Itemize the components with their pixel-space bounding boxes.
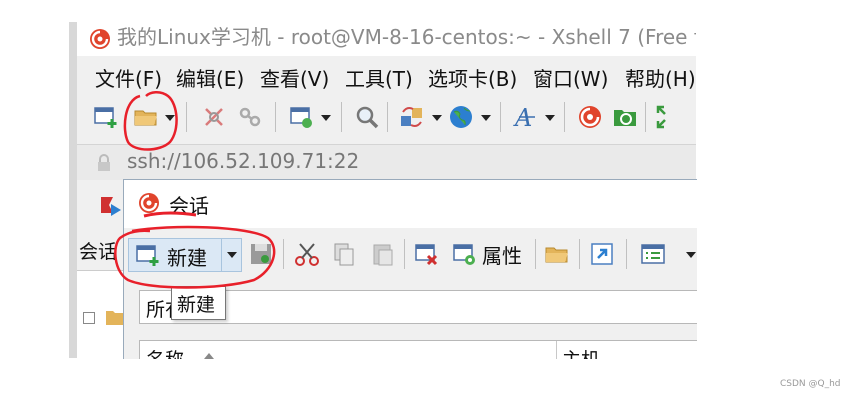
properties-icon[interactable] <box>452 241 478 267</box>
transfer-icon[interactable] <box>399 104 425 130</box>
column-name[interactable]: 名称 <box>146 345 184 359</box>
toolbar-separator <box>387 102 388 132</box>
session-manager-label[interactable]: 会话 <box>79 237 117 264</box>
toolbar-separator <box>645 102 646 132</box>
sort-arrow-icon <box>204 353 214 359</box>
column-host[interactable]: 主机 <box>562 345 600 359</box>
window-dropdown-arrow[interactable] <box>321 115 331 121</box>
split-divider <box>221 239 222 271</box>
toolbar-separator <box>500 102 501 132</box>
watermark: CSDN @Q_hd <box>780 379 841 389</box>
new-session-label: 新建 <box>167 246 207 270</box>
toolbar-separator <box>283 239 284 269</box>
address-text: ssh://106.52.109.71:22 <box>127 149 360 173</box>
new-session-icon <box>136 245 159 266</box>
toolbar-separator <box>186 102 187 132</box>
menu-help[interactable]: 帮助(H) <box>625 63 696 92</box>
font-dropdown-arrow[interactable] <box>545 115 555 121</box>
menu-view[interactable]: 查看(V) <box>260 63 329 92</box>
open-folder-icon[interactable] <box>133 104 159 130</box>
globe-icon[interactable] <box>448 104 474 130</box>
cut-icon[interactable] <box>294 241 320 267</box>
xshell-logo-icon <box>90 29 110 49</box>
bookmark-icon[interactable] <box>97 194 123 220</box>
toolbar-separator <box>341 102 342 132</box>
shortcut-icon[interactable] <box>589 241 615 267</box>
main-toolbar: A <box>77 96 696 142</box>
menu-tabs[interactable]: 选项卡(B) <box>428 63 517 92</box>
dialog-toolbar: 新建 <box>124 230 697 280</box>
menu-edit[interactable]: 编辑(E) <box>176 63 244 92</box>
save-icon[interactable] <box>248 241 274 267</box>
window-title: 我的Linux学习机 - root@VM-8-16-centos:~ - Xsh… <box>117 25 696 49</box>
view-dropdown-arrow[interactable] <box>686 252 696 258</box>
transfer-dropdown-arrow[interactable] <box>432 115 442 121</box>
lock-icon <box>98 154 110 171</box>
toolbar-separator <box>275 102 276 132</box>
menu-window[interactable]: 窗口(W) <box>533 63 608 92</box>
disconnect-icon[interactable] <box>237 104 263 130</box>
dialog-title-bar: 会话 <box>124 180 697 228</box>
session-list-header: 名称 主机 <box>139 340 697 359</box>
toolbar-separator <box>626 239 627 269</box>
session-dialog: 会话 新建 属性 <box>123 179 697 359</box>
delete-icon[interactable] <box>414 241 440 267</box>
new-session-icon[interactable] <box>93 104 119 130</box>
tooltip-text: 新建 <box>177 294 216 316</box>
toolbar-separator <box>404 239 405 269</box>
copy-icon[interactable] <box>331 241 357 267</box>
window-left-edge <box>69 22 77 358</box>
toolbar-separator <box>564 102 565 132</box>
find-icon[interactable] <box>354 104 380 130</box>
new-tooltip: 新建 <box>171 286 226 320</box>
new-dropdown-arrow[interactable] <box>227 252 237 258</box>
toolbar-separator <box>535 239 536 269</box>
open-folder-icon[interactable] <box>544 241 570 267</box>
toolbar-separator <box>579 239 580 269</box>
properties-label[interactable]: 属性 <box>482 240 522 269</box>
menu-file[interactable]: 文件(F) <box>95 63 162 92</box>
reconnect-icon[interactable] <box>201 104 227 130</box>
address-bar[interactable]: ssh://106.52.109.71:22 <box>77 144 696 181</box>
xshell-logo-icon <box>139 193 159 213</box>
dialog-title: 会话 <box>169 194 209 218</box>
globe-dropdown-arrow[interactable] <box>481 115 491 121</box>
new-window-icon[interactable] <box>289 104 315 130</box>
menu-bar: 文件(F) 编辑(E) 查看(V) 工具(T) 选项卡(B) 窗口(W) 帮助(… <box>77 56 696 94</box>
new-session-button[interactable]: 新建 <box>128 238 242 272</box>
menu-tools[interactable]: 工具(T) <box>345 63 413 92</box>
tree-expand-icon[interactable] <box>83 312 95 324</box>
paste-icon[interactable] <box>370 241 396 267</box>
fullscreen-icon[interactable] <box>655 104 681 130</box>
font-icon[interactable]: A <box>513 103 539 129</box>
column-divider[interactable] <box>556 341 557 359</box>
view-list-icon[interactable] <box>640 241 666 267</box>
title-bar: 我的Linux学习机 - root@VM-8-16-centos:~ - Xsh… <box>77 22 696 56</box>
open-dropdown-arrow[interactable] <box>165 115 175 121</box>
xshell-icon[interactable] <box>577 104 603 130</box>
xftp-icon[interactable] <box>612 104 638 130</box>
